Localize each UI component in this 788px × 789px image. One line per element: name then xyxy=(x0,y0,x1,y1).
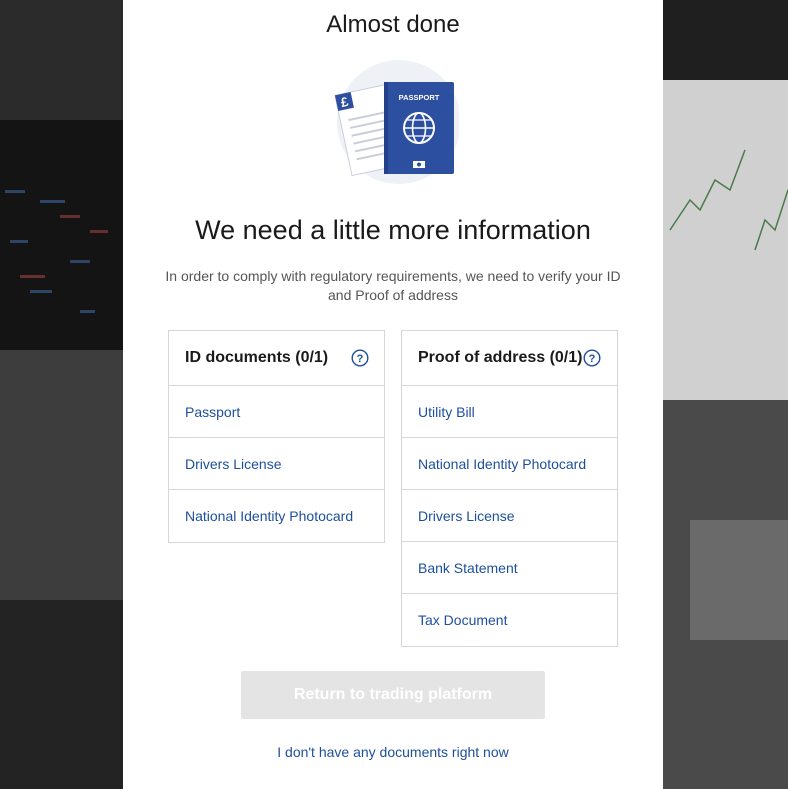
id-documents-header: ID documents (0/1) ? xyxy=(169,331,384,386)
id-documents-title: ID documents (0/1) xyxy=(185,349,329,366)
id-doc-national-identity-photocard[interactable]: National Identity Photocard xyxy=(169,490,384,542)
no-documents-link[interactable]: I don't have any documents right now xyxy=(123,744,663,760)
poa-drivers-license[interactable]: Drivers License xyxy=(402,490,617,542)
id-doc-passport[interactable]: Passport xyxy=(169,386,384,438)
page-heading: We need a little more information xyxy=(195,215,591,245)
page-title: Almost done xyxy=(326,11,460,38)
proof-of-address-header: Proof of address (0/1) ? xyxy=(402,331,617,386)
passport-label: PASSPORT xyxy=(399,93,440,102)
verification-panel: Almost done £ PASSPORT We need a little … xyxy=(123,0,663,789)
svg-text:?: ? xyxy=(357,353,364,365)
return-to-trading-platform-button[interactable]: Return to trading platform xyxy=(241,671,545,719)
page-description: In order to comply with regulatory requi… xyxy=(165,268,621,303)
poa-bank-statement[interactable]: Bank Statement xyxy=(402,542,617,594)
passport-illustration: £ PASSPORT xyxy=(334,60,459,184)
help-icon[interactable]: ? xyxy=(583,349,601,367)
poa-tax-document[interactable]: Tax Document xyxy=(402,594,617,646)
id-documents-card: ID documents (0/1) ? Passport Drivers Li… xyxy=(168,330,385,543)
poa-utility-bill[interactable]: Utility Bill xyxy=(402,386,617,438)
id-doc-drivers-license[interactable]: Drivers License xyxy=(169,438,384,490)
poa-national-identity-photocard[interactable]: National Identity Photocard xyxy=(402,438,617,490)
help-icon[interactable]: ? xyxy=(351,349,369,367)
proof-of-address-title: Proof of address (0/1) xyxy=(418,349,583,366)
svg-text:?: ? xyxy=(589,353,596,365)
proof-of-address-card: Proof of address (0/1) ? Utility Bill Na… xyxy=(401,330,618,647)
